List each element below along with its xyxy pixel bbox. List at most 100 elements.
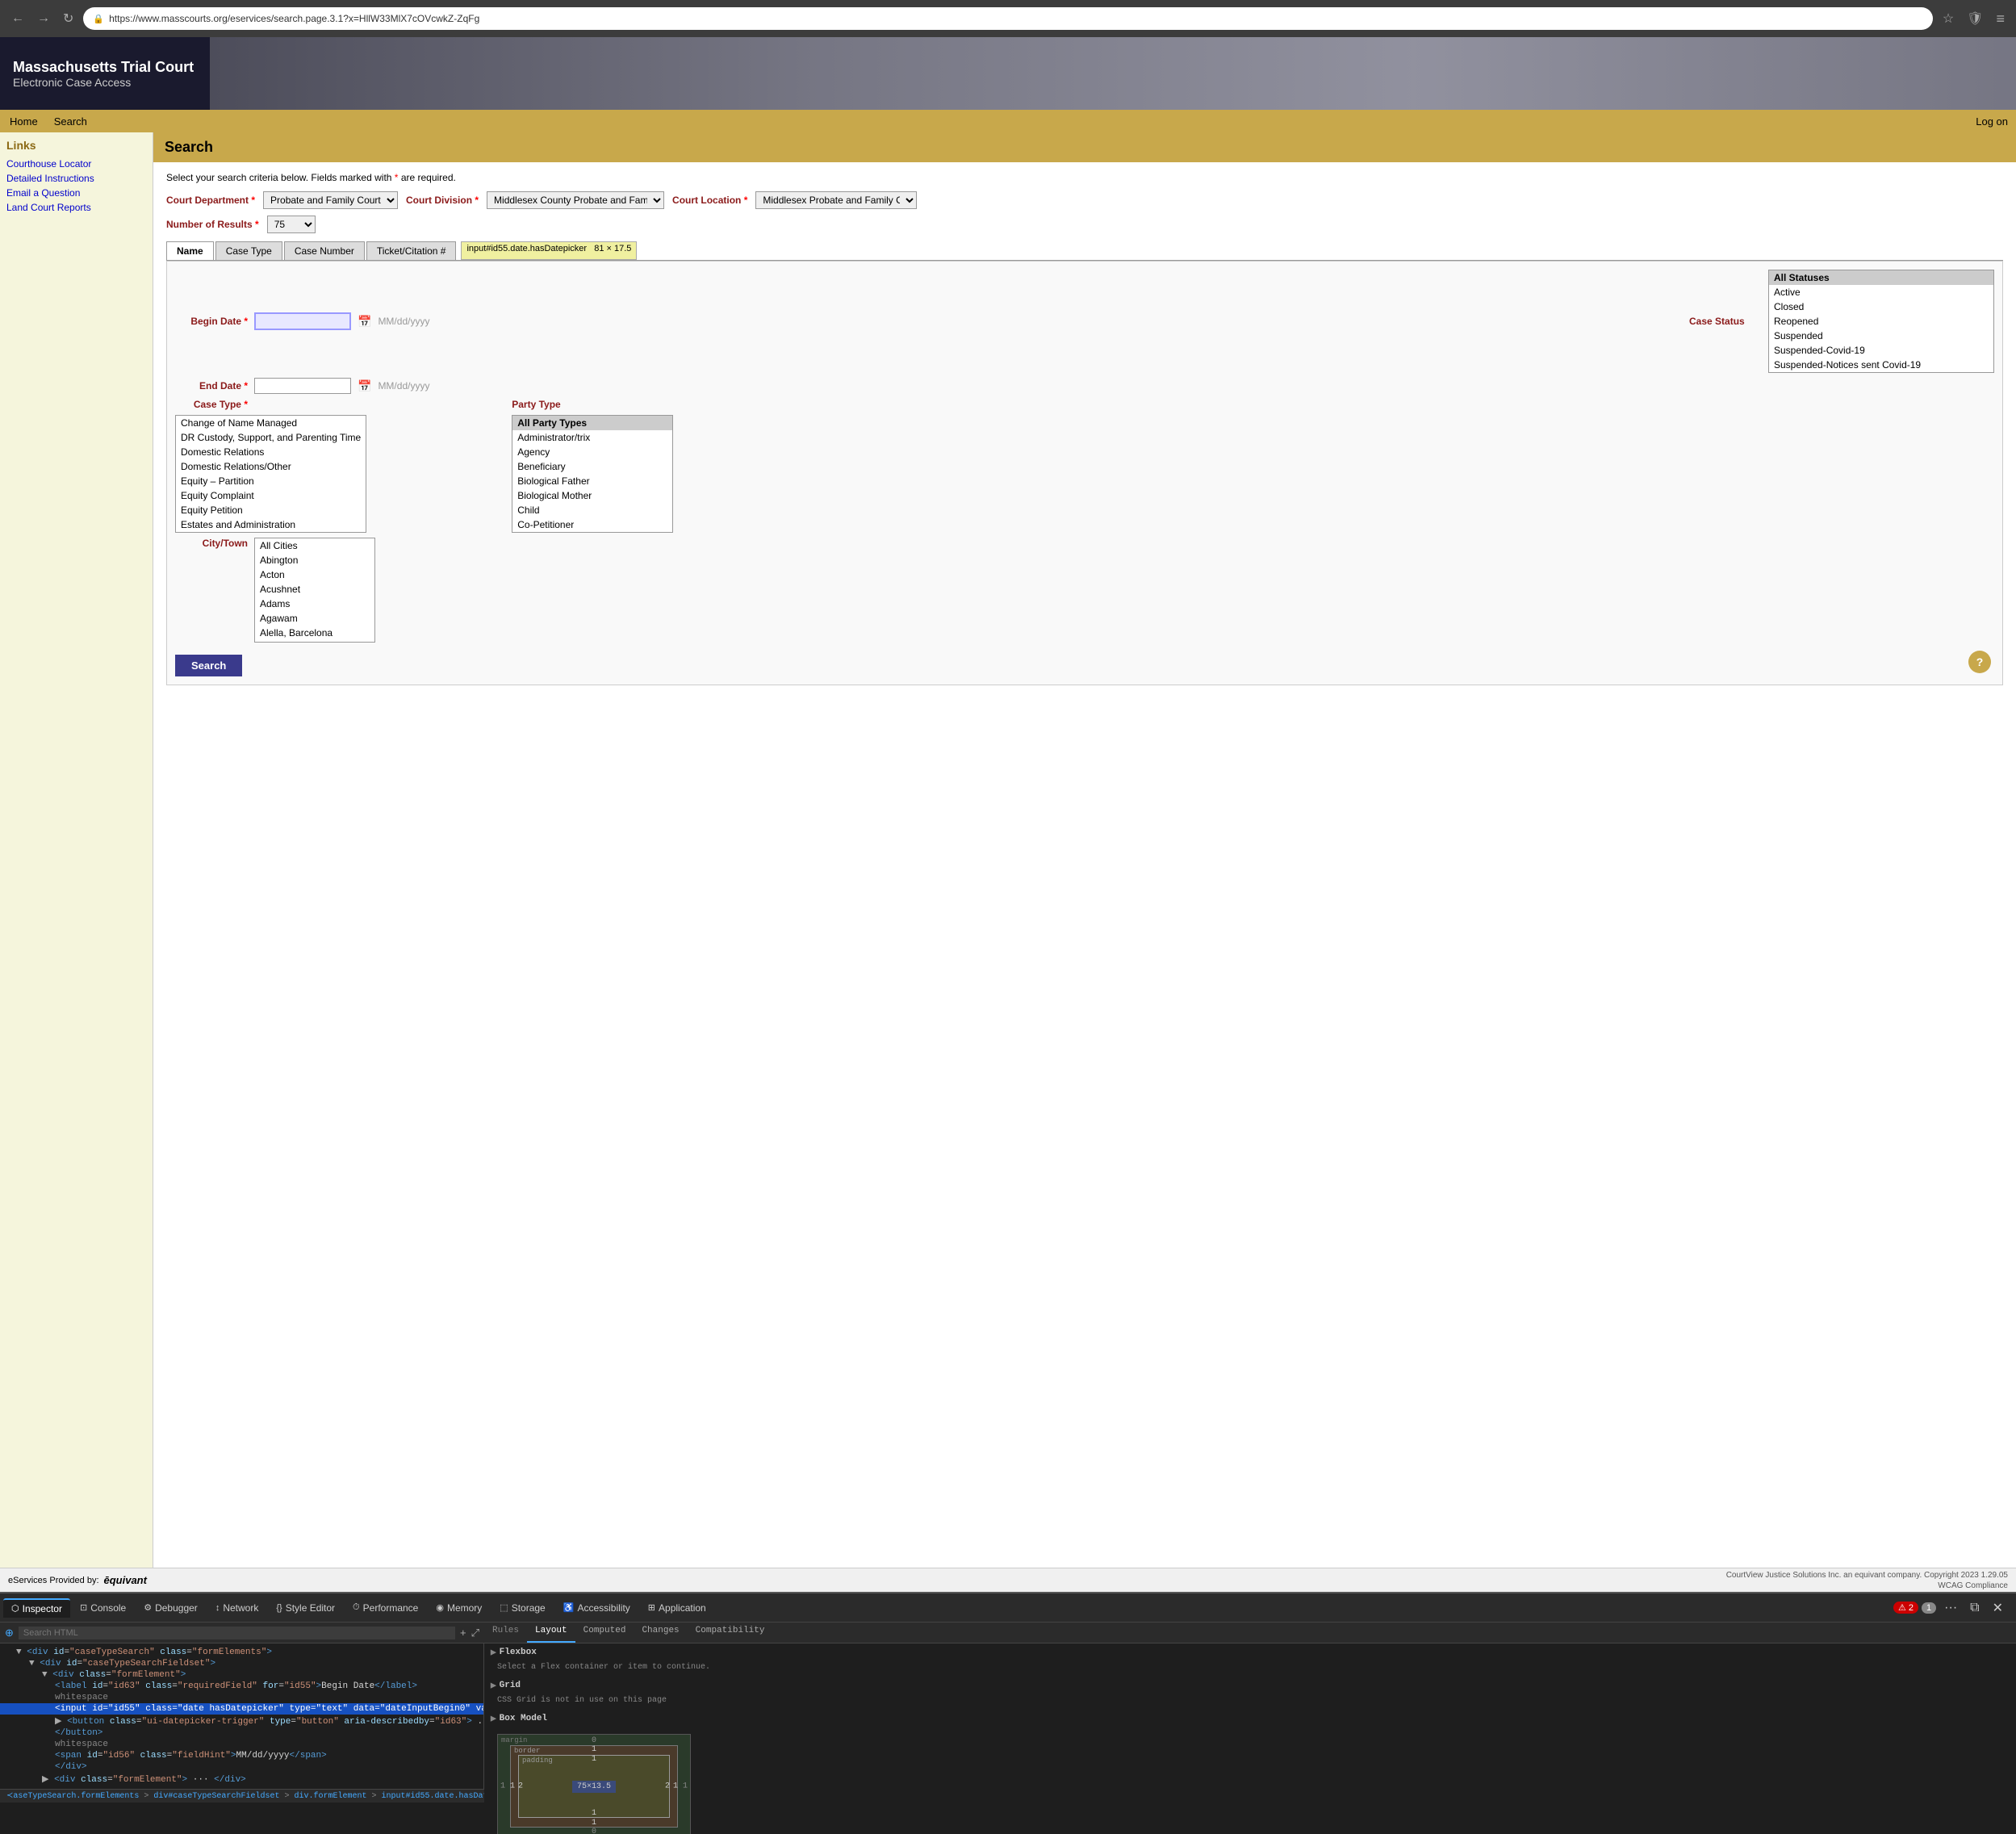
city-agawam[interactable]: Agawam: [255, 611, 374, 626]
menu-button[interactable]: ≡: [1993, 7, 2008, 31]
refresh-button[interactable]: ↻: [60, 7, 77, 30]
begin-date-placeholder: MM/dd/yyyy: [378, 316, 429, 327]
party-bio-father[interactable]: Biological Father: [512, 474, 672, 488]
status-active[interactable]: Active: [1769, 285, 1993, 299]
end-date-input[interactable]: [254, 378, 351, 394]
status-reopened[interactable]: Reopened: [1769, 314, 1993, 329]
nav-home[interactable]: Home: [8, 112, 40, 131]
devtools-tab-accessibility[interactable]: ♿ Accessibility: [555, 1599, 638, 1617]
devtools-tab-console[interactable]: ⊡ Console: [72, 1599, 134, 1617]
devtools-more-button[interactable]: ···: [1939, 1599, 1962, 1617]
case-type-list: Change of Name Managed DR Custody, Suppo…: [175, 415, 366, 533]
breadcrumb-fieldset[interactable]: div#caseTypeSearchFieldset: [153, 1792, 279, 1801]
breadcrumb-case-type[interactable]: ≺aseTypeSearch.formElements: [6, 1792, 139, 1801]
party-co-petitioner[interactable]: Co-Petitioner: [512, 517, 672, 532]
breadcrumb-input[interactable]: input#id55.date.hasDatepicker: [382, 1792, 485, 1801]
sidebar-link-instructions[interactable]: Detailed Instructions: [6, 173, 146, 184]
styles-tab-rules[interactable]: Rules: [484, 1623, 527, 1643]
sidebar-link-email[interactable]: Email a Question: [6, 187, 146, 199]
case-type-dr-custody[interactable]: DR Custody, Support, and Parenting Time: [176, 430, 366, 445]
styles-tab-changes[interactable]: Changes: [634, 1623, 687, 1643]
grid-section-header[interactable]: ▶ Grid: [484, 1677, 2016, 1694]
devtools-tab-memory[interactable]: ◉ Memory: [428, 1599, 490, 1617]
help-icon[interactable]: ?: [1968, 651, 1991, 673]
end-date-calendar-icon[interactable]: 📅: [358, 379, 371, 393]
status-suspended[interactable]: Suspended: [1769, 329, 1993, 343]
status-suspended-notices[interactable]: Suspended-Notices sent Covid-19: [1769, 358, 1993, 372]
expand-icon[interactable]: ⤢: [471, 1627, 479, 1639]
court-div-select[interactable]: Middlesex County Probate and Family Cour…: [487, 191, 664, 209]
status-suspended-covid[interactable]: Suspended-Covid-19: [1769, 343, 1993, 358]
city-alella[interactable]: Alella, Barcelona: [255, 626, 374, 640]
party-child[interactable]: Child: [512, 503, 672, 517]
case-type-estates[interactable]: Estates and Administration: [176, 517, 366, 532]
party-admin[interactable]: Administrator/trix: [512, 430, 672, 445]
equivant-logo: ēquivant: [104, 1574, 147, 1586]
tab-case-number[interactable]: Case Number: [284, 241, 365, 260]
sidebar: Links Courthouse Locator Detailed Instru…: [0, 132, 153, 1568]
court-dept-select[interactable]: Probate and Family Court: [263, 191, 398, 209]
margin-label: margin: [501, 1736, 527, 1744]
party-bio-mother[interactable]: Biological Mother: [512, 488, 672, 503]
devtools-tab-style-editor[interactable]: {} Style Editor: [268, 1599, 343, 1617]
devtools-detach-button[interactable]: ⧉: [1965, 1599, 1984, 1617]
address-bar[interactable]: 🔒 https://www.masscourts.org/eservices/s…: [83, 7, 1932, 30]
city-adams[interactable]: Adams: [255, 597, 374, 611]
styles-tab-layout[interactable]: Layout: [527, 1623, 575, 1643]
city-acushnet[interactable]: Acushnet: [255, 582, 374, 597]
devtools-tab-application[interactable]: ⊞ Application: [640, 1599, 714, 1617]
city-all[interactable]: All Cities: [255, 538, 374, 553]
case-type-equity-partition[interactable]: Equity – Partition: [176, 474, 366, 488]
city-alford[interactable]: Alford: [255, 640, 374, 643]
begin-date-calendar-icon[interactable]: 📅: [358, 315, 371, 329]
styles-tab-compatibility[interactable]: Compatibility: [688, 1623, 773, 1643]
case-type-domestic[interactable]: Domestic Relations: [176, 445, 366, 459]
city-abington[interactable]: Abington: [255, 553, 374, 567]
begin-date-input[interactable]: [254, 312, 351, 330]
bookmark-button[interactable]: ☆: [1939, 7, 1957, 30]
case-type-change-name[interactable]: Change of Name Managed: [176, 416, 366, 430]
tree-line-6-selected[interactable]: <input id="id55" class="date hasDatepick…: [0, 1703, 483, 1715]
forward-button[interactable]: →: [34, 8, 53, 29]
status-closed[interactable]: Closed: [1769, 299, 1993, 314]
court-dept-row: Court Department * Probate and Family Co…: [166, 191, 2003, 209]
devtools-tab-performance[interactable]: ⏱ Performance: [345, 1599, 426, 1617]
sidebar-link-courthouse[interactable]: Courthouse Locator: [6, 158, 146, 170]
case-type-domestic-other[interactable]: Domestic Relations/Other: [176, 459, 366, 474]
html-search-input[interactable]: [19, 1627, 455, 1639]
devtools-tab-inspector[interactable]: ⬡ Inspector: [3, 1598, 70, 1618]
website-logo: Massachusetts Trial Court Electronic Cas…: [0, 37, 210, 110]
party-agency[interactable]: Agency: [512, 445, 672, 459]
tab-name[interactable]: Name: [166, 241, 214, 260]
devtools-close-button[interactable]: ✕: [1988, 1598, 2008, 1618]
back-button[interactable]: ←: [8, 8, 27, 29]
tab-ticket[interactable]: Ticket/Citation #: [366, 241, 457, 260]
city-town-label: City/Town: [175, 538, 248, 549]
breadcrumb-form-element[interactable]: div.formElement: [294, 1792, 366, 1801]
city-acton[interactable]: Acton: [255, 567, 374, 582]
nav-logon[interactable]: Log on: [1976, 115, 2008, 128]
nav-search[interactable]: Search: [52, 112, 89, 131]
case-type-equity-complaint[interactable]: Equity Complaint: [176, 488, 366, 503]
sidebar-link-landcourt[interactable]: Land Court Reports: [6, 202, 146, 213]
party-all[interactable]: All Party Types: [512, 416, 672, 430]
box-model-section-header[interactable]: ▶ Box Model: [484, 1710, 2016, 1727]
tab-case-type[interactable]: Case Type: [215, 241, 282, 260]
case-type-equity-petition[interactable]: Equity Petition: [176, 503, 366, 517]
add-node-icon[interactable]: +: [460, 1627, 466, 1639]
num-results-select[interactable]: 75: [267, 216, 316, 233]
styles-tab-computed[interactable]: Computed: [575, 1623, 634, 1643]
status-all[interactable]: All Statuses: [1769, 270, 1993, 285]
court-loc-select[interactable]: Middlesex Probate and Family Court: [755, 191, 917, 209]
party-beneficiary[interactable]: Beneficiary: [512, 459, 672, 474]
search-button[interactable]: Search: [175, 655, 242, 676]
flexbox-section-header[interactable]: ▶ Flexbox: [484, 1643, 2016, 1661]
memory-label: Memory: [447, 1602, 482, 1614]
devtools-tab-network[interactable]: ↕ Network: [207, 1599, 267, 1617]
url-text: https://www.masscourts.org/eservices/sea…: [109, 13, 479, 24]
devtools-tab-debugger[interactable]: ⚙ Debugger: [136, 1599, 206, 1617]
tree-line-10: <span id="id56" class="fieldHint">MM/dd/…: [0, 1750, 483, 1761]
pick-element-icon[interactable]: ⊕: [5, 1627, 14, 1639]
devtools-tab-storage[interactable]: ⬚ Storage: [491, 1599, 553, 1617]
shield-button[interactable]: 🛡: [1964, 7, 1986, 30]
